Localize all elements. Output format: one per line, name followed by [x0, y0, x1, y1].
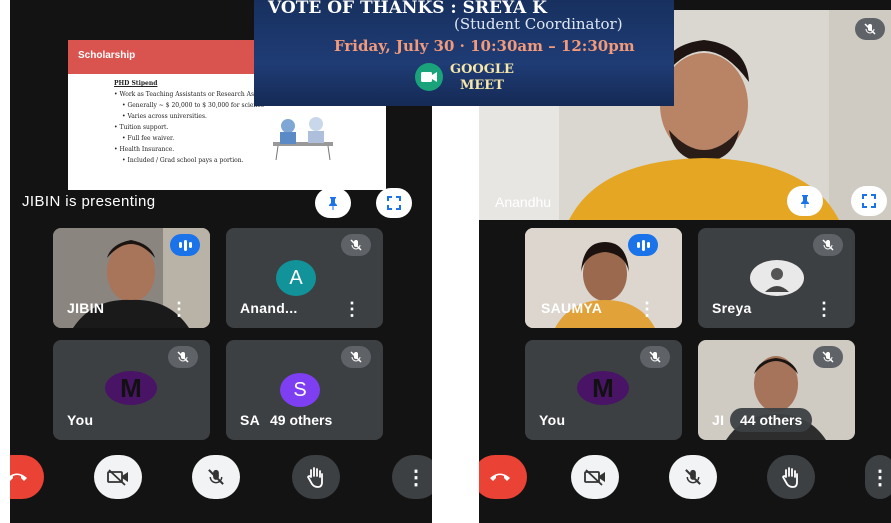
participant-tile[interactable]: A Anand... ⋮ — [226, 228, 383, 328]
mic-off-badge — [855, 18, 885, 40]
raise-hand-button[interactable] — [292, 455, 340, 499]
fullscreen-button[interactable] — [376, 188, 412, 218]
participant-avatar — [750, 260, 804, 296]
mic-off-icon — [822, 351, 834, 363]
more-vert-icon: ⋮ — [870, 466, 890, 489]
participant-name: You — [67, 412, 94, 428]
mic-off-badge — [640, 346, 670, 368]
participant-avatar: S — [280, 373, 320, 407]
participant-name: Sreya — [712, 300, 752, 316]
google-meet-logo-icon — [415, 63, 443, 91]
mic-off-icon — [350, 351, 362, 363]
camera-toggle-button[interactable] — [571, 455, 619, 499]
participant-name: Anand... — [240, 300, 298, 316]
mic-off-icon — [350, 239, 362, 251]
slide-line: • Tuition support. — [114, 124, 169, 131]
video-off-icon — [584, 469, 605, 486]
speaking-indicator — [628, 234, 658, 256]
participant-tile[interactable]: SAUMYA ⋮ — [525, 228, 682, 328]
banner-role: (Student Coordinator) — [454, 15, 623, 33]
participant-avatar: M — [577, 371, 629, 405]
avatar-initial: M — [592, 372, 614, 403]
hangup-button[interactable] — [10, 455, 44, 499]
hand-icon — [781, 467, 798, 488]
mic-toggle-button[interactable] — [192, 455, 240, 499]
hand-icon — [306, 467, 323, 488]
banner-meet-line2: MEET — [460, 78, 504, 93]
presenting-label: JIBIN is presenting — [22, 193, 156, 210]
participant-avatar: M — [105, 371, 157, 405]
fullscreen-icon — [862, 194, 876, 208]
others-count[interactable]: 44 others — [730, 408, 813, 432]
participant-tile[interactable]: S SA 49 others — [226, 340, 383, 440]
participant-tile[interactable]: JI 44 others — [698, 340, 855, 440]
participant-name: SA — [240, 412, 261, 428]
pin-button[interactable] — [787, 186, 823, 216]
avatar-initial: M — [120, 372, 142, 403]
mic-off-badge — [813, 234, 843, 256]
participant-name: JIBIN — [67, 300, 105, 316]
mic-off-badge — [168, 346, 198, 368]
camera-toggle-button[interactable] — [94, 455, 142, 499]
slide-line: • Full fee waiver. — [122, 135, 175, 142]
pin-icon — [329, 197, 337, 210]
mic-off-icon — [822, 239, 834, 251]
mic-off-icon — [685, 469, 701, 485]
slide-line: • Varies across universities. — [122, 113, 207, 120]
video-off-icon — [107, 469, 128, 486]
more-options-icon[interactable]: ⋮ — [638, 300, 656, 318]
speaking-indicator — [170, 234, 200, 256]
mic-off-icon — [649, 351, 661, 363]
mic-off-icon — [177, 351, 189, 363]
more-options-icon[interactable]: ⋮ — [343, 300, 361, 318]
participant-name: You — [539, 412, 566, 428]
more-options-button[interactable]: ⋮ — [392, 455, 432, 499]
main-speaker-name: Anandhu — [495, 194, 552, 210]
participant-name: SAUMYA — [541, 300, 603, 316]
participant-tile[interactable]: JIBIN ⋮ — [53, 228, 210, 328]
mic-off-badge — [341, 346, 371, 368]
slide-line: • Included / Grad school pays a portion. — [122, 157, 244, 164]
event-banner: VOTE OF THANKS : SREYA K (Student Coordi… — [254, 0, 674, 106]
slide-line: • Health Insurance. — [114, 146, 175, 153]
banner-meet-line1: GOOGLE — [450, 62, 514, 77]
hangup-button[interactable] — [479, 455, 527, 499]
audio-level-icon — [178, 239, 192, 251]
banner-date: Friday, July 30 · 10:30am – 12:30pm — [334, 37, 635, 55]
banner-meet-label: GOOGLE MEET — [450, 62, 514, 94]
participant-tile[interactable]: Sreya ⋮ — [698, 228, 855, 328]
avatar-initial: A — [289, 266, 303, 289]
more-vert-icon: ⋮ — [406, 466, 426, 489]
mic-off-badge — [341, 234, 371, 256]
participant-tile[interactable]: M You — [53, 340, 210, 440]
phone-hangup-icon — [490, 473, 510, 481]
fullscreen-button[interactable] — [851, 186, 887, 216]
fullscreen-icon — [387, 196, 401, 210]
more-options-icon[interactable]: ⋮ — [815, 300, 833, 318]
pin-icon — [801, 195, 809, 208]
participant-tile[interactable]: M You — [525, 340, 682, 440]
raise-hand-button[interactable] — [767, 455, 815, 499]
participant-avatar: A — [276, 260, 316, 296]
audio-level-icon — [636, 239, 650, 251]
phone-hangup-icon — [10, 473, 27, 481]
mic-off-icon — [864, 23, 876, 35]
more-options-icon[interactable]: ⋮ — [170, 300, 188, 318]
others-count[interactable]: 49 others — [260, 408, 343, 432]
mic-off-icon — [208, 469, 224, 485]
more-options-button[interactable]: ⋮ — [865, 455, 891, 499]
participant-name: JI — [712, 412, 725, 428]
slide-clipart — [273, 117, 333, 161]
mic-off-badge — [813, 346, 843, 368]
pin-button[interactable] — [315, 188, 351, 218]
mic-toggle-button[interactable] — [669, 455, 717, 499]
avatar-initial: S — [293, 378, 307, 401]
